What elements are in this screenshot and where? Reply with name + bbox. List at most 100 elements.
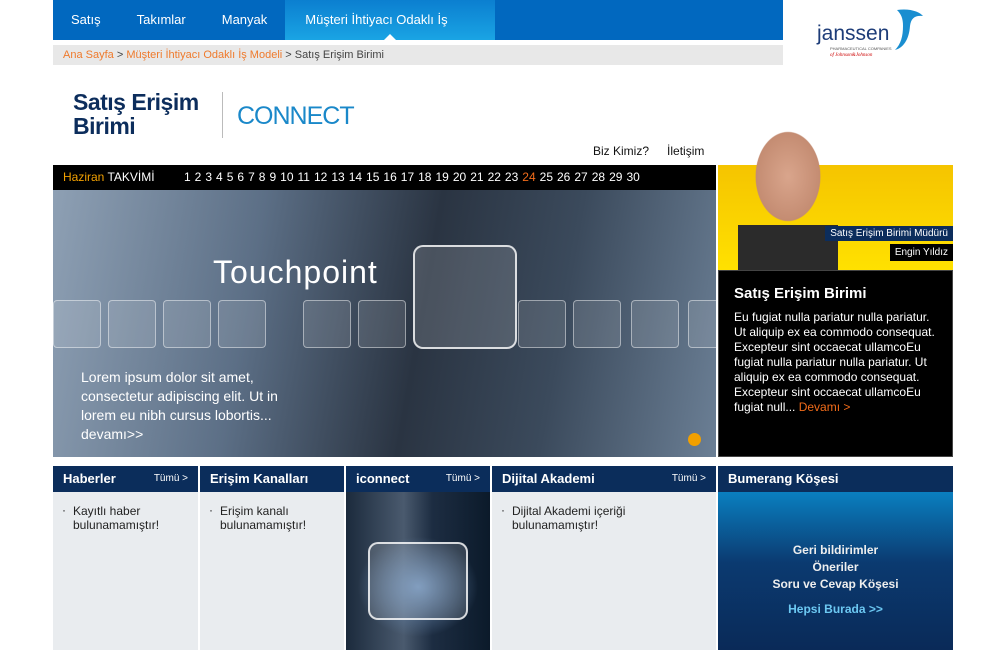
academy-column: Dijital Akademi Tümü > Dijital Akademi iç… xyxy=(492,466,716,650)
calendar-day[interactable]: 28 xyxy=(592,170,605,184)
hero-tile xyxy=(53,300,101,348)
breadcrumb-home[interactable]: Ana Sayfa xyxy=(63,49,114,61)
news-all-link[interactable]: Tümü > xyxy=(154,466,188,492)
manager-portrait xyxy=(738,100,838,270)
calendar-bar: Haziran TAKVİMİ 1 2 3 4 5 6 7 8 9 10 11 12 13 14 15 16 1… xyxy=(53,165,716,190)
bumerang-line: Geri bildirimler xyxy=(792,543,879,557)
calendar-day[interactable]: 10 xyxy=(280,170,293,184)
iconnect-image[interactable] xyxy=(346,492,490,650)
calendar-day[interactable]: 11 xyxy=(298,170,310,184)
column-title: Dijital Akademi xyxy=(502,471,595,486)
calendar-day[interactable]: 27 xyxy=(574,170,587,184)
calendar-day[interactable]: 23 xyxy=(505,170,518,184)
bumerang-line: Soru ve Cevap Köşesi xyxy=(772,577,899,591)
channels-empty: Erişim kanalı bulunamamıştır! xyxy=(200,492,344,532)
main-nav: Satış Takımlar Manyak Müşteri İhtiyacı O… xyxy=(53,0,783,67)
calendar-label: TAKVİMİ xyxy=(107,170,155,184)
profile-heading: Satış Erişim Birimi xyxy=(734,285,867,302)
calendar-day[interactable]: 29 xyxy=(609,170,622,184)
hero-tile xyxy=(358,300,406,348)
profile-body: Eu fugiat nulla pariatur nulla pariatur.… xyxy=(734,310,935,414)
bumerang-banner[interactable]: Geri bildirimler Öneriler Soru ve Cevap … xyxy=(718,492,953,650)
breadcrumb-model[interactable]: Müşteri İhtiyacı Odaklı İş Modeli xyxy=(126,49,282,61)
column-title: iconnect xyxy=(356,471,410,486)
calendar-day[interactable]: 12 xyxy=(314,170,327,184)
svg-text:PHARMACEUTICAL COMPANIES: PHARMACEUTICAL COMPANIES xyxy=(830,46,892,51)
calendar-day[interactable]: 7 xyxy=(248,170,255,184)
news-empty: Kayıtlı haber bulunamamıştır! xyxy=(53,492,198,532)
academy-all-link[interactable]: Tümü > xyxy=(672,466,706,492)
column-title: Haberler xyxy=(63,471,116,486)
news-column: Haberler Tümü > Kayıtlı haber bulunamamış… xyxy=(53,466,198,650)
breadcrumb-current: Satış Erişim Birimi xyxy=(294,49,385,61)
bumerang-column: Bumerang Köşesi Geri bildirimler Önerile… xyxy=(718,466,953,650)
iconnect-all-link[interactable]: Tümü > xyxy=(446,466,480,492)
calendar-day[interactable]: 9 xyxy=(269,170,276,184)
calendar-day[interactable]: 2 xyxy=(195,170,202,184)
calendar-day[interactable]: 25 xyxy=(540,170,553,184)
svg-text:of Johnson&Johnson: of Johnson&Johnson xyxy=(830,53,873,58)
hero-text[interactable]: Lorem ipsum dolor sit amet, consectetur … xyxy=(81,368,301,444)
nav-satis[interactable]: Satış xyxy=(53,0,119,40)
manager-name: Engin Yıldız xyxy=(889,244,953,261)
bumerang-link[interactable]: Hepsi Burada >> xyxy=(718,601,953,618)
site-title: Satış Erişim Birimi xyxy=(73,90,199,138)
hero-tile xyxy=(688,300,716,348)
hero-banner[interactable]: Touchpoint Lorem ipsum dolor sit amet, c… xyxy=(53,190,716,457)
touch-tile xyxy=(413,245,517,349)
hero-tile xyxy=(631,300,679,348)
breadcrumb: Ana Sayfa > Müşteri İhtiyacı Odaklı İş M… xyxy=(53,45,783,65)
channels-column: Erişim Kanalları Erişim kanalı bulunamam… xyxy=(200,466,344,650)
site-title-line1: Satış Erişim xyxy=(73,89,199,115)
calendar-day[interactable]: 19 xyxy=(435,170,448,184)
calendar-day[interactable]: 16 xyxy=(383,170,396,184)
calendar-day[interactable]: 18 xyxy=(418,170,431,184)
manager-role: Satış Erişim Birimi Müdürü xyxy=(825,226,953,241)
hero-title: Touchpoint xyxy=(213,254,378,290)
calendar-day[interactable]: 17 xyxy=(401,170,414,184)
calendar-day[interactable]: 30 xyxy=(626,170,639,184)
connect-logo: CONNECT xyxy=(237,102,355,130)
hero-tile xyxy=(518,300,566,348)
top-links: Biz Kimiz? İletişim xyxy=(593,144,704,158)
calendar-day[interactable]: 1 xyxy=(184,170,191,184)
nav-manyak[interactable]: Manyak xyxy=(204,0,286,40)
janssen-logo[interactable]: janssen PHARMACEUTICAL COMPANIES of Johnso… xyxy=(815,6,925,61)
nav-takimlar[interactable]: Takımlar xyxy=(119,0,204,40)
link-biz-kimiz[interactable]: Biz Kimiz? xyxy=(593,144,649,158)
calendar-days: 1 2 3 4 5 6 7 8 9 10 11 12 13 14 15 16 17 18 19 20 21 22 23 24 2… xyxy=(184,170,644,184)
hero-tile xyxy=(108,300,156,348)
calendar-day[interactable]: 15 xyxy=(366,170,379,184)
column-title: Bumerang Köşesi xyxy=(728,471,839,486)
calendar-day[interactable]: 20 xyxy=(453,170,466,184)
slider-dot[interactable] xyxy=(688,433,701,446)
calendar-month: Haziran xyxy=(63,170,105,184)
breadcrumb-sep: > xyxy=(116,49,124,61)
bumerang-line: Öneriler xyxy=(812,560,859,574)
calendar-day[interactable]: 22 xyxy=(488,170,501,184)
calendar-day[interactable]: 6 xyxy=(237,170,244,184)
calendar-day[interactable]: 26 xyxy=(557,170,570,184)
column-title: Erişim Kanalları xyxy=(210,471,309,486)
academy-empty: Dijital Akademi içeriği bulunamamıştır! xyxy=(492,492,716,532)
profile-panel: Satış Erişim Birimi Eu fugiat nulla pari… xyxy=(718,270,953,457)
calendar-day[interactable]: 13 xyxy=(331,170,344,184)
hero-tile xyxy=(163,300,211,348)
manager-photo: Satış Erişim Birimi Müdürü Engin Yıldız xyxy=(718,100,953,270)
hero-tile xyxy=(303,300,351,348)
profile-text: Eu fugiat nulla pariatur nulla pariatur.… xyxy=(734,310,937,415)
nav-musteri-modeli[interactable]: Müşteri İhtiyacı Odaklı İş Modeli xyxy=(285,0,496,67)
calendar-day[interactable]: 8 xyxy=(259,170,266,184)
hero-tile xyxy=(573,300,621,348)
calendar-day[interactable]: 24 xyxy=(522,170,535,184)
calendar-day[interactable]: 21 xyxy=(470,170,483,184)
calendar-day[interactable]: 5 xyxy=(227,170,234,184)
link-iletisim[interactable]: İletişim xyxy=(667,144,704,158)
site-title-line2: Birimi xyxy=(73,113,136,139)
breadcrumb-sep: > xyxy=(285,49,292,61)
profile-more-link[interactable]: Devamı > xyxy=(799,400,851,414)
calendar-day[interactable]: 4 xyxy=(216,170,223,184)
hero-tile xyxy=(218,300,266,348)
calendar-day[interactable]: 14 xyxy=(349,170,362,184)
calendar-day[interactable]: 3 xyxy=(205,170,212,184)
